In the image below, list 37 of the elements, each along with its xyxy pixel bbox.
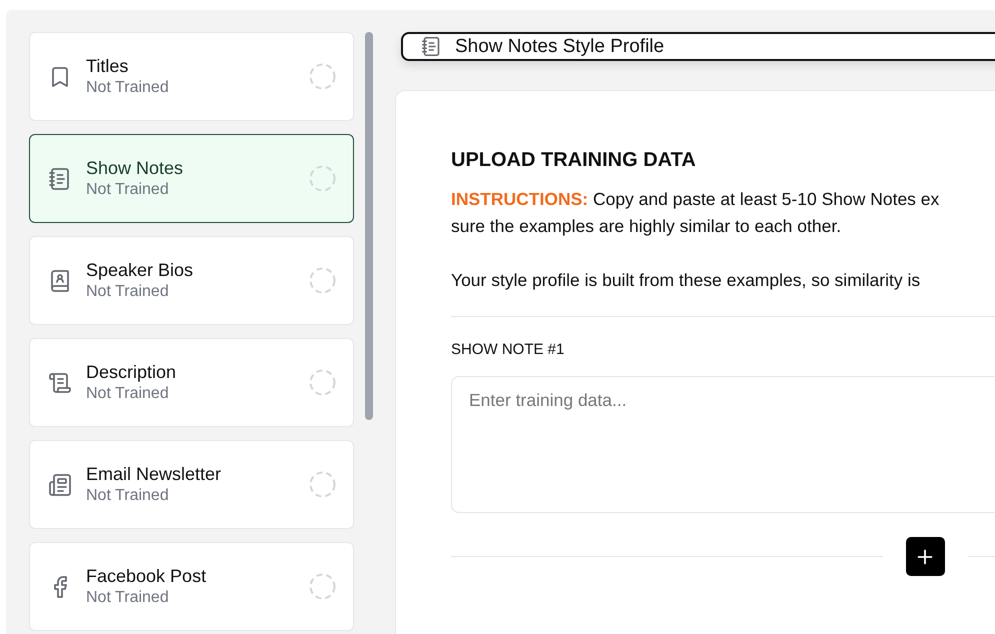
status-ring-icon [309, 165, 336, 192]
status-ring-icon [309, 267, 336, 294]
item-title: Facebook Post [86, 566, 208, 587]
item-title: Show Notes [86, 158, 184, 179]
item-status: Not Trained [86, 181, 170, 199]
field-label: SHOW NOTE #1 [451, 341, 566, 358]
instructions-text: INSTRUCTIONS: Copy and paste at least 5-10 Show Notes ex sure the examples are highly similar to each other. [451, 188, 940, 238]
scrollbar-thumb[interactable] [365, 32, 373, 420]
section-heading: UPLOAD TRAINING DATA [451, 149, 697, 172]
sidebar-item[interactable]: Titles Not Trained [29, 32, 354, 121]
notepad-icon [421, 36, 442, 57]
scroll-icon [48, 370, 72, 394]
item-status: Not Trained [86, 283, 170, 301]
profile-title: Show Notes Style Profile [455, 36, 664, 58]
item-status: Not Trained [86, 589, 170, 607]
item-title: Email Newsletter [86, 464, 222, 485]
item-title: Description [86, 362, 178, 383]
status-ring-icon [309, 369, 336, 396]
newspaper-icon [48, 472, 72, 496]
note-text: Your style profile is built from these examples, so similarity is [451, 269, 922, 292]
item-status: Not Trained [86, 487, 170, 505]
item-status: Not Trained [86, 79, 170, 97]
item-status: Not Trained [86, 385, 170, 403]
status-ring-icon [309, 573, 336, 600]
sidebar-item[interactable]: Show Notes Not Trained [29, 134, 354, 223]
notepad-icon [48, 166, 72, 190]
status-ring-icon [309, 471, 336, 498]
status-ring-icon [309, 63, 336, 90]
item-title: Speaker Bios [86, 260, 194, 281]
training-data-input[interactable]: Enter training data... [451, 376, 995, 513]
add-button[interactable] [906, 537, 944, 576]
sidebar-item[interactable]: Email Newsletter Not Trained [29, 440, 354, 529]
sidebar-item[interactable]: Facebook Post Not Trained [29, 542, 354, 631]
contact-book-icon [48, 268, 72, 292]
sidebar-item[interactable]: Description Not Trained [29, 338, 354, 427]
item-title: Titles [86, 56, 130, 77]
sidebar-item[interactable]: Speaker Bios Not Trained [29, 236, 354, 325]
